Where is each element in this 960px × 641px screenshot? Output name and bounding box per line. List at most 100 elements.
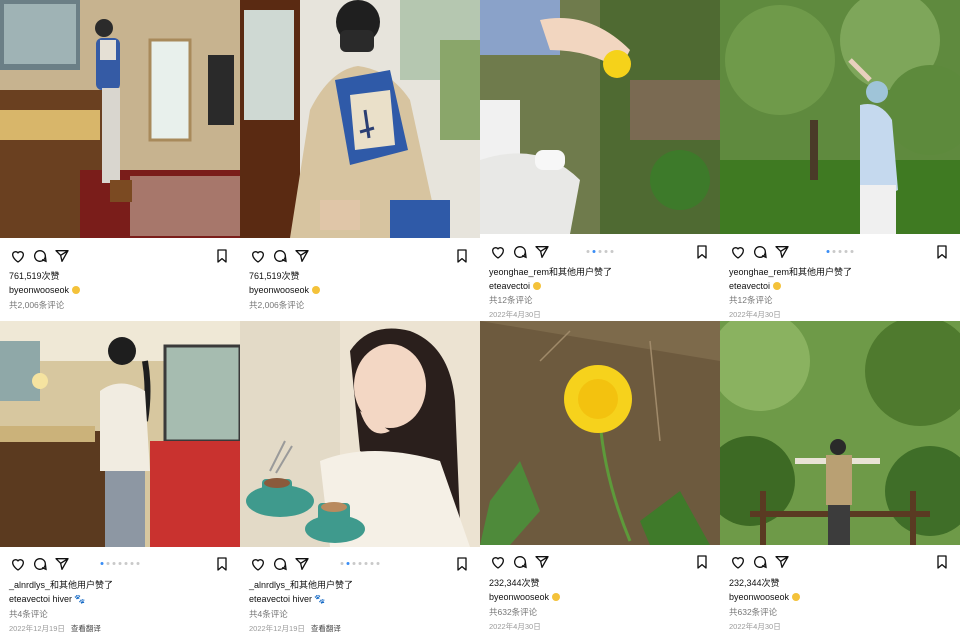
post-photo-8[interactable] bbox=[720, 321, 960, 545]
hand-emoji-icon bbox=[773, 282, 782, 290]
post-photo-2[interactable] bbox=[240, 0, 480, 238]
post-card-1: 761,519次赞 byeonwooseok 共2,006条评论 bbox=[0, 0, 240, 321]
action-bar-7 bbox=[480, 550, 720, 574]
paw-emoji-icon: 🐾 bbox=[314, 594, 326, 604]
action-bar-2 bbox=[240, 244, 480, 268]
post-date: 2022年4月30日 bbox=[729, 310, 781, 319]
owner-caption: hiver bbox=[52, 594, 73, 604]
carousel-dots bbox=[100, 562, 140, 565]
post-owner[interactable]: eteavectoi hiver 🐾 bbox=[9, 593, 234, 605]
comment-icon[interactable] bbox=[272, 248, 288, 264]
post-photo-1[interactable] bbox=[0, 0, 240, 238]
heart-icon[interactable] bbox=[730, 244, 746, 260]
bookmark-icon[interactable] bbox=[934, 554, 950, 570]
post-card-5: _alnrdlys_和其他用户赞了 eteavectoi hiver 🐾 共4条评… bbox=[0, 321, 240, 641]
bookmark-icon[interactable] bbox=[454, 556, 470, 572]
post-card-8: 232,344次赞 byeonwooseok 共632条评论 2022年4月30… bbox=[720, 321, 960, 641]
comment-icon[interactable] bbox=[272, 556, 288, 572]
smile-emoji-icon bbox=[792, 593, 801, 601]
carousel-dots bbox=[826, 250, 854, 253]
likes-count: 761,519次赞 bbox=[9, 271, 60, 281]
carousel-dots bbox=[340, 562, 380, 565]
post-photo-3[interactable] bbox=[480, 0, 720, 234]
carousel-dots bbox=[586, 250, 614, 253]
post-photo-4[interactable] bbox=[720, 0, 960, 234]
owner-username[interactable]: eteavectoi bbox=[249, 594, 290, 604]
share-icon[interactable] bbox=[534, 244, 550, 260]
post-owner[interactable]: byeonwooseok bbox=[9, 284, 234, 296]
post-card-3: yeonghae_rem和其他用户赞了 eteavectoi 共12条评论 20… bbox=[480, 0, 720, 321]
owner-username[interactable]: byeonwooseok bbox=[489, 592, 549, 602]
owner-username[interactable]: eteavectoi bbox=[489, 281, 530, 291]
action-bar-8 bbox=[720, 550, 960, 574]
post-owner[interactable]: byeonwooseok bbox=[729, 591, 954, 603]
heart-icon[interactable] bbox=[250, 556, 266, 572]
liked-by[interactable]: _alnrdlys_和其他用户赞了 bbox=[249, 579, 474, 591]
likes-count: 761,519次赞 bbox=[249, 271, 300, 281]
owner-username[interactable]: byeonwooseok bbox=[729, 592, 789, 602]
comment-icon[interactable] bbox=[512, 554, 528, 570]
heart-icon[interactable] bbox=[490, 554, 506, 570]
see-translation-link[interactable]: 查看翻译 bbox=[71, 624, 101, 633]
comments-link[interactable]: 共2,006条评论 bbox=[9, 299, 234, 311]
post-photo-6[interactable] bbox=[240, 321, 480, 547]
likes-count: 232,344次赞 bbox=[489, 578, 540, 588]
heart-icon[interactable] bbox=[10, 248, 26, 264]
bookmark-icon[interactable] bbox=[934, 244, 950, 260]
liked-by[interactable]: yeonghae_rem和其他用户赞了 bbox=[489, 266, 714, 278]
share-icon[interactable] bbox=[774, 244, 790, 260]
post-date-row: 2022年12月19日 查看翻译 bbox=[249, 623, 474, 635]
share-icon[interactable] bbox=[54, 248, 70, 264]
see-translation-link[interactable]: 查看翻译 bbox=[311, 624, 341, 633]
comment-icon[interactable] bbox=[512, 244, 528, 260]
post-date: 2022年12月19日 bbox=[249, 624, 305, 633]
post-photo-7[interactable] bbox=[480, 321, 720, 545]
share-icon[interactable] bbox=[54, 556, 70, 572]
heart-icon[interactable] bbox=[730, 554, 746, 570]
share-icon[interactable] bbox=[774, 554, 790, 570]
bookmark-icon[interactable] bbox=[454, 248, 470, 264]
comments-link[interactable]: 共2,006条评论 bbox=[249, 299, 474, 311]
post-photo-5[interactable] bbox=[0, 321, 240, 547]
comment-icon[interactable] bbox=[32, 556, 48, 572]
post-owner[interactable]: eteavectoi hiver 🐾 bbox=[249, 593, 474, 605]
owner-username[interactable]: byeonwooseok bbox=[9, 285, 69, 295]
action-bar-3 bbox=[480, 240, 720, 264]
comments-link[interactable]: 共4条评论 bbox=[9, 608, 234, 620]
comments-link[interactable]: 共12条评论 bbox=[489, 294, 714, 306]
liked-by[interactable]: yeonghae_rem和其他用户赞了 bbox=[729, 266, 954, 278]
instagram-collage: 761,519次赞 byeonwooseok 共2,006条评论 761,519… bbox=[0, 0, 960, 641]
comments-link[interactable]: 共12条评论 bbox=[729, 294, 954, 306]
comments-link[interactable]: 共632条评论 bbox=[489, 606, 714, 618]
comment-icon[interactable] bbox=[752, 244, 768, 260]
comment-icon[interactable] bbox=[752, 554, 768, 570]
post-owner[interactable]: eteavectoi bbox=[489, 280, 714, 292]
share-icon[interactable] bbox=[294, 248, 310, 264]
liked-by[interactable]: _alnrdlys_和其他用户赞了 bbox=[9, 579, 234, 591]
bookmark-icon[interactable] bbox=[694, 554, 710, 570]
share-icon[interactable] bbox=[534, 554, 550, 570]
heart-icon[interactable] bbox=[250, 248, 266, 264]
bookmark-icon[interactable] bbox=[214, 556, 230, 572]
heart-icon[interactable] bbox=[10, 556, 26, 572]
share-icon[interactable] bbox=[294, 556, 310, 572]
post-date: 2022年12月19日 bbox=[9, 624, 65, 633]
comment-icon[interactable] bbox=[32, 248, 48, 264]
post-owner[interactable]: eteavectoi bbox=[729, 280, 954, 292]
heart-icon[interactable] bbox=[490, 244, 506, 260]
bookmark-icon[interactable] bbox=[694, 244, 710, 260]
post-owner[interactable]: byeonwooseok bbox=[489, 591, 714, 603]
post-date-row: 2022年12月19日 查看翻译 bbox=[9, 623, 234, 635]
post-card-7: 232,344次赞 byeonwooseok 共632条评论 2022年4月30… bbox=[480, 321, 720, 641]
smile-emoji-icon bbox=[312, 286, 321, 294]
owner-username[interactable]: byeonwooseok bbox=[249, 285, 309, 295]
comments-link[interactable]: 共4条评论 bbox=[249, 608, 474, 620]
post-card-4: yeonghae_rem和其他用户赞了 eteavectoi 共12条评论 20… bbox=[720, 0, 960, 321]
owner-username[interactable]: eteavectoi bbox=[729, 281, 770, 291]
post-owner[interactable]: byeonwooseok bbox=[249, 284, 474, 296]
action-bar-6 bbox=[240, 552, 480, 576]
owner-username[interactable]: eteavectoi bbox=[9, 594, 50, 604]
post-card-2: 761,519次赞 byeonwooseok 共2,006条评论 bbox=[240, 0, 480, 321]
bookmark-icon[interactable] bbox=[214, 248, 230, 264]
comments-link[interactable]: 共632条评论 bbox=[729, 606, 954, 618]
